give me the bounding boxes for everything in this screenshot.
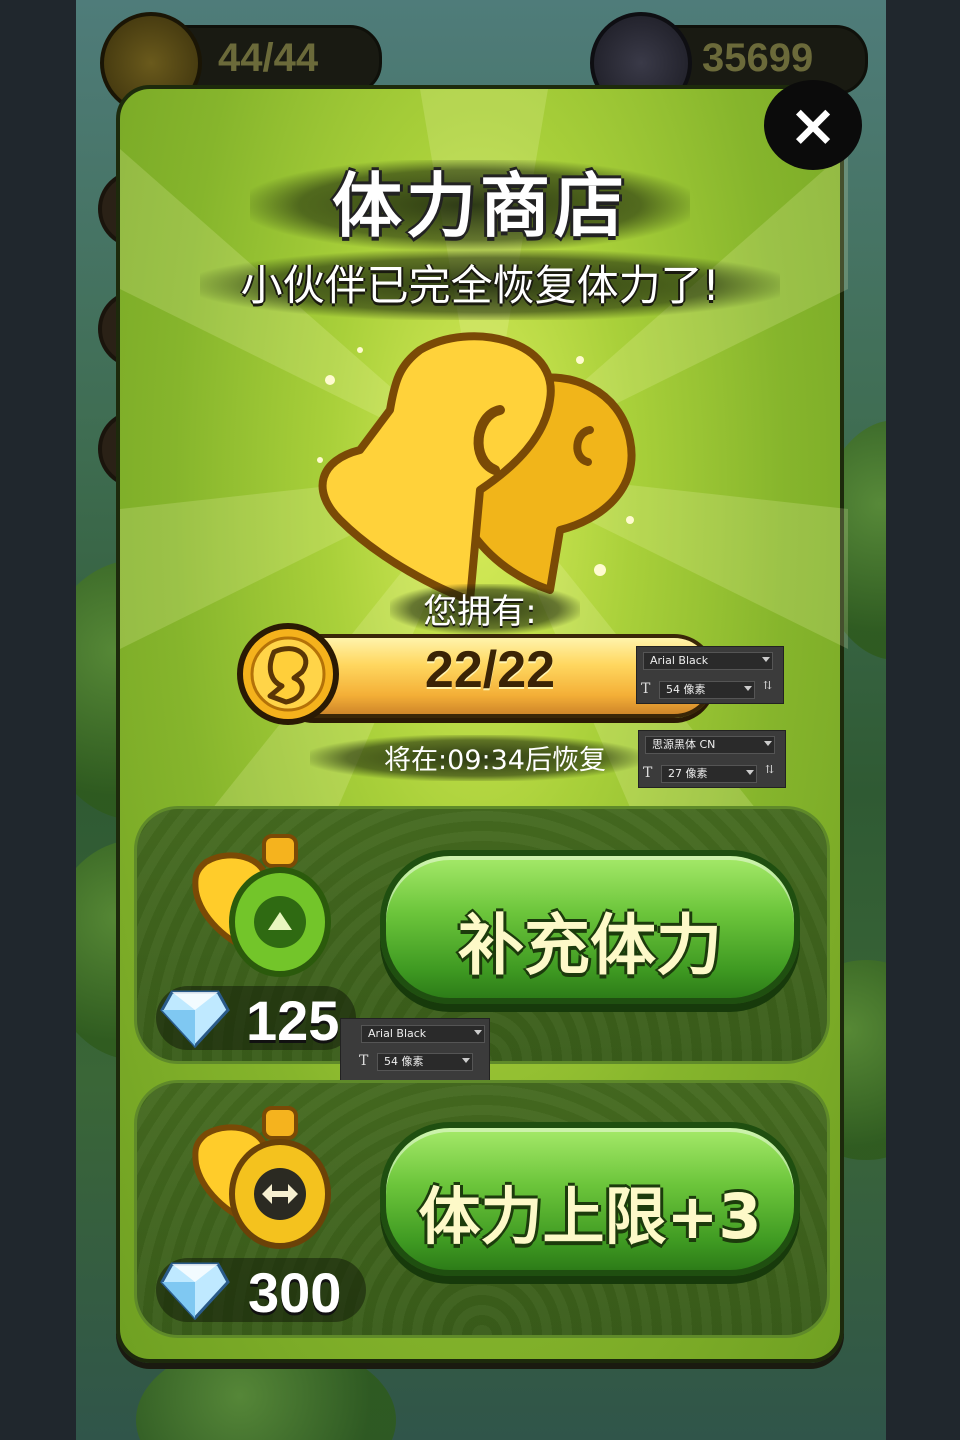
font-family-select: Arial Black bbox=[643, 652, 773, 670]
hud-diamond-value: 35699 bbox=[702, 36, 814, 80]
font-family-select: 思源黑体 CN bbox=[645, 736, 775, 754]
dialog-subtitle: 小伙伴已完全恢复体力了! bbox=[240, 261, 720, 310]
dialog-title: 体力商店 bbox=[332, 165, 628, 247]
increase-max-stamina-button[interactable]: 体力上限+3 bbox=[380, 1122, 800, 1276]
font-annotation-panel: Arial Black T 54 像素 ⇅ bbox=[636, 646, 784, 704]
font-size-select: 54 像素 bbox=[377, 1053, 473, 1071]
diamond-icon bbox=[160, 1262, 230, 1320]
stamina-emblem-icon bbox=[317, 332, 636, 604]
increase-max-stamina-button-label: 体力上限+3 bbox=[418, 1180, 762, 1253]
recover-countdown: 将在:09:34后恢复 bbox=[384, 745, 606, 776]
yellow-potion-arrows-icon bbox=[192, 1106, 331, 1249]
close-icon: × bbox=[788, 91, 838, 159]
font-size-select: 54 像素 bbox=[659, 681, 755, 699]
font-annotation-panel: 思源黑体 CN T 27 像素 ⇅ bbox=[638, 730, 786, 788]
font-size-select: 27 像素 bbox=[661, 765, 757, 783]
offer-price: 300 bbox=[248, 1261, 342, 1324]
leading-icon: ⇅ bbox=[763, 679, 773, 692]
leading-icon: ⇅ bbox=[765, 763, 775, 776]
font-family-select: Arial Black bbox=[361, 1025, 485, 1043]
font-annotation-panel: Arial Black T 54 像素 bbox=[340, 1018, 490, 1082]
hud-stamina-value: 44/44 bbox=[218, 36, 319, 80]
refill-stamina-button[interactable]: 补充体力 bbox=[380, 850, 800, 1004]
stamina-coin-icon bbox=[237, 623, 339, 725]
offer-price: 125 bbox=[246, 989, 340, 1052]
refill-stamina-button-label: 补充体力 bbox=[458, 907, 722, 984]
font-size-icon: T bbox=[641, 681, 651, 697]
diamond-icon bbox=[160, 990, 230, 1048]
font-size-icon: T bbox=[359, 1053, 369, 1069]
green-potion-arrow-up-icon bbox=[192, 834, 331, 977]
stamina-value: 22/22 bbox=[424, 641, 556, 699]
owned-label: 您拥有: bbox=[423, 592, 537, 632]
font-size-icon: T bbox=[643, 765, 653, 781]
